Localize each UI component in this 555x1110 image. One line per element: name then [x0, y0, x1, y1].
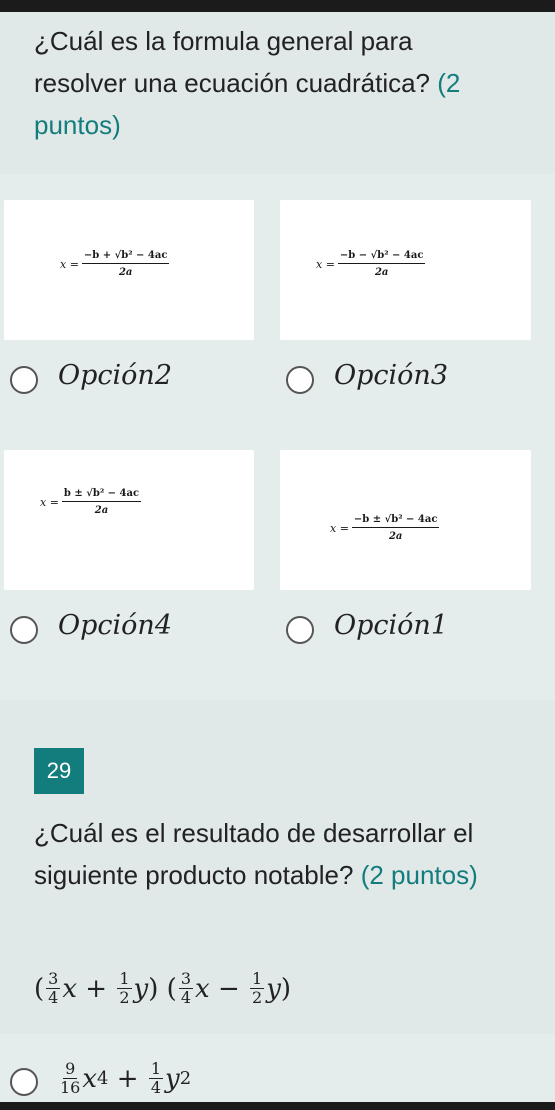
option-1-label[interactable]: Opción1	[334, 610, 448, 641]
question-1-text: ¿Cuál es la formula general para resolve…	[34, 20, 504, 146]
formula-numerator: −b − √b² − 4ac	[337, 250, 426, 264]
option-4-label[interactable]: Opción4	[58, 610, 172, 641]
option-card-1[interactable]: x = −b ± √b² − 4ac 2a	[280, 450, 531, 590]
option-2-label[interactable]: Opción2	[58, 360, 172, 391]
radio-option-3[interactable]	[286, 366, 314, 394]
option-card-2[interactable]: x = −b + √b² − 4ac 2a	[4, 200, 254, 340]
formula-denominator: 2a	[388, 531, 403, 542]
question-1-prompt: ¿Cuál es la formula general para resolve…	[34, 26, 431, 98]
answer-1-expression[interactable]: 9 16 x4 + 14 y2	[58, 1060, 191, 1097]
formula-option-4: x = b ± √b² − 4ac 2a	[40, 488, 142, 516]
status-bar	[0, 0, 555, 12]
radio-option-1[interactable]	[286, 616, 314, 644]
radio-answer-1[interactable]	[10, 1068, 38, 1096]
option-card-3[interactable]: x = −b − √b² − 4ac 2a	[280, 200, 531, 340]
formula-denominator: 2a	[374, 267, 389, 278]
question-number-badge: 29	[34, 748, 84, 794]
question-2-points: (2 puntos)	[360, 860, 478, 890]
navigation-bar	[0, 1102, 555, 1110]
formula-numerator: −b + √b² − 4ac	[81, 250, 170, 264]
formula-denominator: 2a	[118, 267, 133, 278]
formula-denominator: 2a	[94, 505, 109, 516]
formula-option-3: x = −b − √b² − 4ac 2a	[316, 250, 426, 278]
question-2-text: ¿Cuál es el resultado de desarrollar el …	[34, 812, 514, 896]
formula-numerator: −b ± √b² − 4ac	[351, 514, 440, 528]
radio-option-4[interactable]	[10, 616, 38, 644]
option-3-label[interactable]: Opción3	[334, 360, 448, 391]
formula-option-2: x = −b + √b² − 4ac 2a	[60, 250, 170, 278]
option-card-4[interactable]: x = b ± √b² − 4ac 2a	[4, 450, 254, 590]
radio-option-2[interactable]	[10, 366, 38, 394]
product-expression: ( 34 x + 12 y ) ( 34 x − 12 y )	[34, 969, 292, 1007]
formula-option-1: x = −b ± √b² − 4ac 2a	[330, 514, 440, 542]
formula-numerator: b ± √b² − 4ac	[61, 488, 142, 502]
